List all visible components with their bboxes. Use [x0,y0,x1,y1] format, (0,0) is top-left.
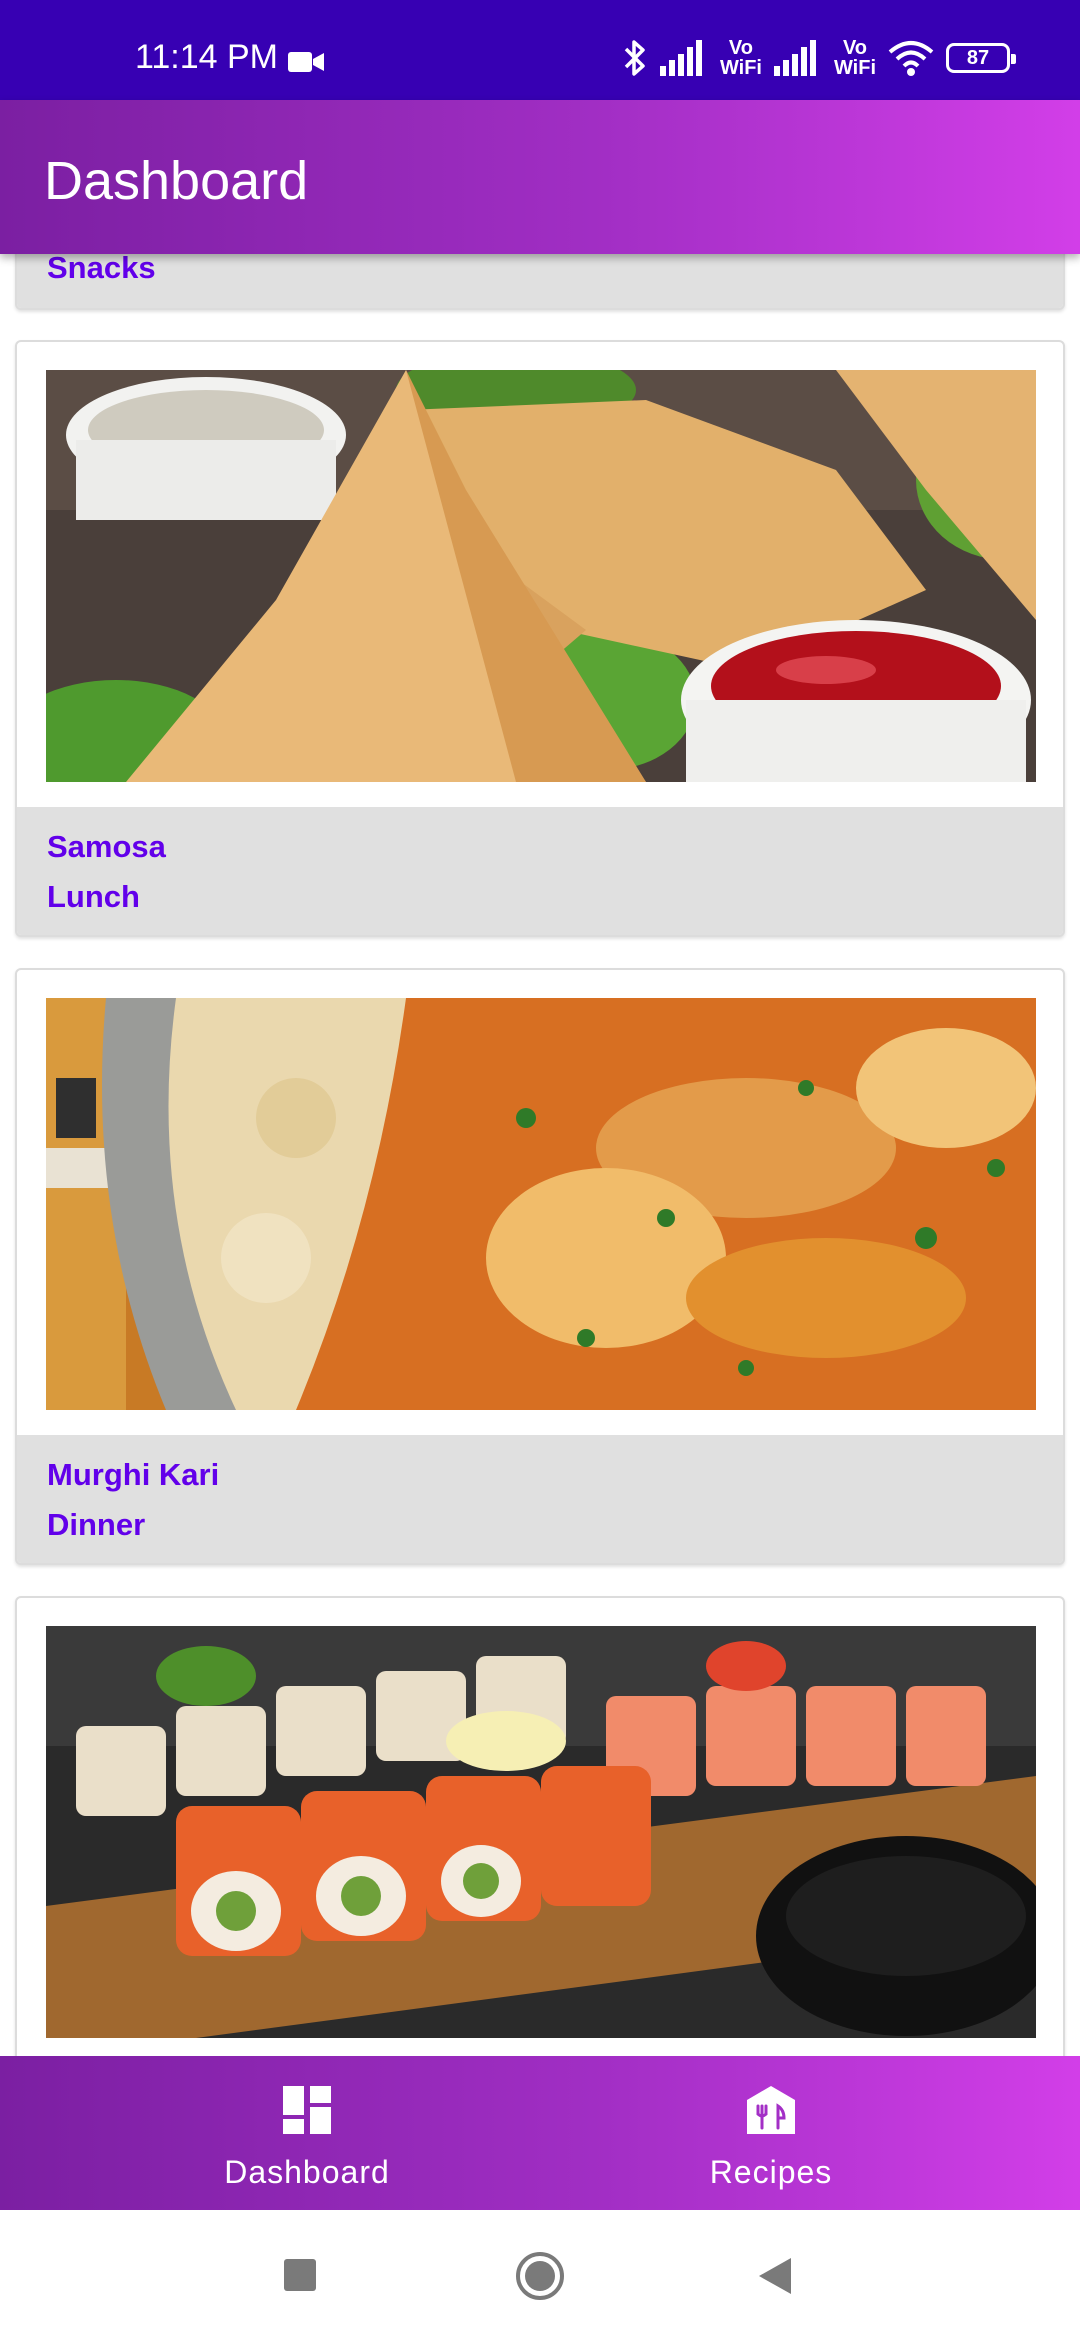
status-icons: Vo WiFi Vo WiFi 87 [622,36,1016,80]
samosa-photo [46,370,1036,782]
back-icon[interactable] [757,2256,793,2296]
card-footer: Samosa Lunch [17,807,1063,935]
battery-icon: 87 [946,43,1016,73]
card-category: Lunch [47,879,140,914]
bluetooth-icon [624,40,645,76]
card-footer: Snacks [17,254,1063,308]
recipe-card-snacks[interactable]: Snacks [15,254,1065,310]
card-footer: Murghi Kari Dinner [17,1435,1063,1563]
nav-label-dashboard: Dashboard [224,2154,390,2190]
nav-item-dashboard[interactable]: Dashboard [37,2056,577,2210]
system-navigation-bar [0,2210,1080,2340]
card-category: Dinner [47,1507,146,1542]
recipes-icon [747,2086,795,2134]
vowifi-icon-2: Vo WiFi [833,37,876,79]
nav-item-recipes[interactable]: Recipes [501,2056,1041,2210]
wifi-icon [888,41,934,76]
video-camera-icon [288,52,324,72]
signal-icon [659,40,702,76]
status-time: 11:14 PM [135,38,279,76]
nav-label-recipes: Recipes [709,2154,833,2190]
vowifi-icon: Vo WiFi [719,37,762,79]
recipe-card-sushi[interactable] [15,1596,1065,2056]
recipe-card-samosa[interactable]: Samosa Lunch [15,340,1065,937]
card-title: Murghi Kari [47,1457,220,1492]
card-title: Snacks [47,254,156,285]
card-title: Samosa [47,829,166,864]
bottom-navigation: Dashboard Recipes [0,2056,1080,2210]
curry-rice-photo [46,998,1036,1410]
home-icon[interactable] [514,2250,566,2302]
sushi-photo [46,1626,1036,2038]
screen: 11:14 PM Vo WiFi Vo WiFi 87 Dashboard Sn… [0,0,1080,2340]
page-title: Dashboard [44,151,309,211]
recent-apps-icon[interactable] [282,2257,318,2293]
dashboard-icon [283,2086,331,2134]
recipe-list[interactable]: Snacks Samosa Lunch Murghi Kari Dinner [0,254,1080,2056]
recipe-card-murghi-kari[interactable]: Murghi Kari Dinner [15,968,1065,1565]
app-bar: Dashboard [0,100,1080,254]
status-bar: 11:14 PM Vo WiFi Vo WiFi 87 [0,0,1080,100]
signal-icon-2 [773,40,816,76]
